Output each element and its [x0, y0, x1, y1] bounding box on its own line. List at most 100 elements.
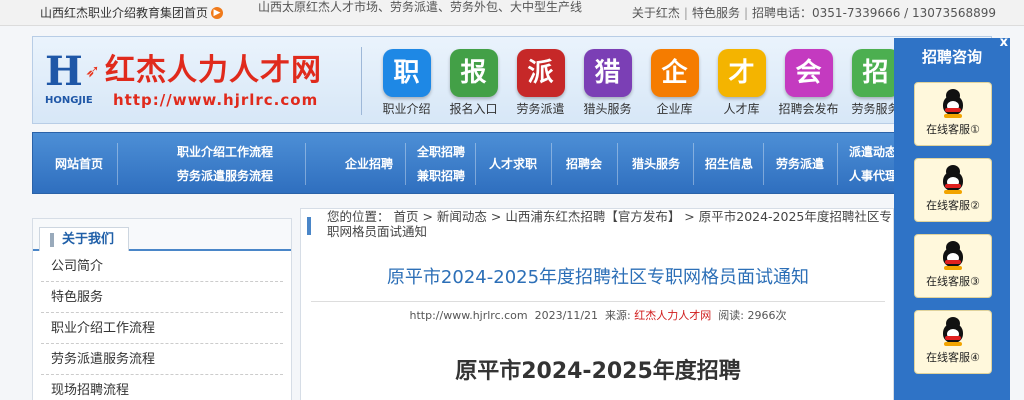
nav-icon-label: 猎头服务 [583, 102, 632, 116]
nav-icon-label: 人才库 [723, 102, 760, 116]
title-divider [311, 301, 885, 302]
breadcrumb-marker [307, 217, 311, 235]
sidebar-item-onsite-process[interactable]: 现场招聘流程 [41, 375, 283, 400]
nav-separator [117, 143, 118, 185]
nav-separator [617, 143, 618, 185]
top-bar: 山西红杰职业介绍教育集团首页 ▶ 山西太原红杰人才市场、劳务派遣、劳务外包、大中… [0, 0, 1024, 26]
online-service-button[interactable]: 在线客服② [914, 158, 992, 222]
top-right-links: 关于红杰 | 特色服务 | 招聘电话：0351-7339666 / 1307356889… [631, 6, 996, 20]
nav-icon-label: 劳务派遣 [516, 102, 565, 116]
article-meta: http://www.hjrlrc.com 2023/11/21 来源: 红杰人… [311, 307, 885, 323]
article-date: 2023/11/21 [534, 309, 599, 322]
nav-badge-icon: 派 [516, 49, 565, 97]
qq-penguin-icon [942, 317, 964, 346]
sidebar-header: 关于我们 [33, 219, 291, 251]
sidebar-item-dispatch-process[interactable]: 劳务派遣服务流程 [41, 344, 283, 375]
nav-icon-item[interactable]: 职职业介绍 [373, 49, 440, 119]
nav-parttime[interactable]: 兼职招聘 [417, 167, 465, 184]
nav-hr-agency[interactable]: 人事代理 [849, 167, 897, 184]
views-label: 阅读: [718, 309, 744, 322]
sidebar-item-company[interactable]: 公司简介 [41, 251, 283, 282]
nav-dispatch-process[interactable]: 劳务派遣服务流程 [177, 167, 273, 184]
nav-icon-item[interactable]: 猎猎头服务 [574, 49, 641, 119]
qq-penguin-icon [942, 89, 964, 118]
sidebar-item-services[interactable]: 特色服务 [41, 282, 283, 313]
sidebar-item-job-process[interactable]: 职业介绍工作流程 [41, 313, 283, 344]
nav-badge-icon: 报 [449, 49, 498, 97]
tab-marker-icon [50, 232, 54, 247]
nav-labor-dispatch[interactable]: 劳务派遣 [776, 155, 824, 172]
nav-badge-icon: 会 [784, 49, 833, 97]
nav-job-process[interactable]: 职业介绍工作流程 [177, 143, 273, 160]
nav-headhunt[interactable]: 猎头服务 [632, 155, 680, 172]
nav-icon-label: 招聘会发布 [778, 102, 839, 116]
online-service-button[interactable]: 在线客服④ [914, 310, 992, 374]
online-service-button[interactable]: 在线客服① [914, 82, 992, 146]
online-service-label: 在线客服④ [926, 351, 980, 364]
sidebar-title: 关于我们 [62, 231, 115, 247]
article-title: 原平市2024-2025年度招聘社区专职网格员面试通知 [386, 267, 810, 288]
nav-enrollment[interactable]: 招生信息 [705, 155, 753, 172]
article-url: http://www.hjrlrc.com [409, 309, 528, 322]
article-views: 2966次 [747, 309, 787, 322]
services-link[interactable]: 特色服务 [692, 6, 740, 20]
icon-nav: 职职业介绍报报名入口派劳务派遣猎猎头服务企企业库才人才库会招聘会发布招劳务服务 [373, 49, 909, 119]
online-service-button[interactable]: 在线客服③ [914, 234, 992, 298]
breadcrumb-text[interactable]: 您的位置： 首页 > 新闻动态 > 山西浦东红杰招聘【官方发布】 > 原平市20… [327, 209, 895, 239]
logo-letter: H [45, 48, 83, 95]
nav-job-fair[interactable]: 招聘会 [566, 155, 602, 172]
online-service-label: 在线客服① [926, 123, 980, 136]
online-service-label: 在线客服③ [926, 275, 980, 288]
online-service-label: 在线客服② [926, 199, 980, 212]
main-navbar: 网站首页 职业介绍工作流程 劳务派遣服务流程 企业招聘 全职招聘 兼职招聘 人才… [32, 132, 992, 194]
nav-separator [475, 143, 476, 185]
nav-separator [693, 143, 694, 185]
nav-separator [837, 143, 838, 185]
about-link[interactable]: 关于红杰 [632, 6, 680, 20]
sidebar-tab[interactable]: 关于我们 [39, 227, 130, 251]
source-label: 来源: [605, 309, 631, 322]
header-divider [361, 47, 362, 115]
nav-jobseek[interactable]: 人才求职 [489, 155, 537, 172]
site-logo[interactable]: H ➶ 红杰人力人才网 HONGJIE http://www.hjrlrc.co… [45, 51, 365, 113]
logo-url: http://www.hjrlrc.com [113, 91, 319, 109]
nav-badge-icon: 企 [650, 49, 699, 97]
nav-separator [405, 143, 406, 185]
nav-icon-label: 职业介绍 [382, 102, 431, 116]
nav-icon-item[interactable]: 派劳务派遣 [507, 49, 574, 119]
nav-separator [305, 143, 306, 185]
article-body-heading: 原平市2024-2025年度招聘 [455, 359, 741, 384]
nav-icon-label: 报名入口 [449, 102, 498, 116]
article-panel: 您的位置： 首页 > 新闻动态 > 山西浦东红杰招聘【官方发布】 > 原平市20… [300, 208, 894, 400]
nav-badge-icon: 招 [851, 49, 900, 97]
nav-fulltime[interactable]: 全职招聘 [417, 143, 465, 160]
site-tagline: 山西太原红杰人才市场、劳务派遣、劳务外包、大中型生产线 [258, 0, 583, 14]
arrow-right-icon: ▶ [211, 6, 224, 19]
breadcrumb: 您的位置： 首页 > 新闻动态 > 山西浦东红杰招聘【官方发布】 > 原平市20… [305, 209, 892, 243]
nav-badge-icon: 猎 [583, 49, 632, 97]
nav-icon-item[interactable]: 报报名入口 [440, 49, 507, 119]
group-home-link[interactable]: 山西红杰职业介绍教育集团首页 ▶ [40, 4, 224, 21]
logo-arrow-icon: ➶ [85, 61, 101, 82]
nav-home[interactable]: 网站首页 [55, 155, 103, 172]
qq-penguin-icon [942, 241, 964, 270]
logo-subtext: HONGJIE [45, 95, 93, 106]
nav-separator [763, 143, 764, 185]
qq-penguin-icon [942, 165, 964, 194]
nav-icon-item[interactable]: 才人才库 [708, 49, 775, 119]
nav-badge-icon: 职 [382, 49, 431, 97]
nav-icon-item[interactable]: 会招聘会发布 [775, 49, 842, 119]
about-sidebar: 关于我们 公司简介 特色服务 职业介绍工作流程 劳务派遣服务流程 现场招聘流程 [32, 218, 292, 400]
nav-dispatch-news[interactable]: 派遣动态 [849, 143, 897, 160]
nav-badge-icon: 才 [717, 49, 766, 97]
site-header: H ➶ 红杰人力人才网 HONGJIE http://www.hjrlrc.co… [32, 36, 992, 124]
consult-title: 招聘咨询 [921, 48, 982, 66]
group-home-label[interactable]: 山西红杰职业介绍教育集团首页 [40, 4, 208, 21]
nav-icon-label: 企业库 [656, 102, 693, 116]
article-source[interactable]: 红杰人力人才网 [634, 309, 711, 322]
nav-icon-item[interactable]: 企企业库 [641, 49, 708, 119]
sidebar-list: 公司简介 特色服务 职业介绍工作流程 劳务派遣服务流程 现场招聘流程 [33, 251, 291, 400]
nav-separator [551, 143, 552, 185]
nav-enterprise-recruit[interactable]: 企业招聘 [345, 155, 393, 172]
logo-name: 红杰人力人才网 [105, 53, 322, 88]
